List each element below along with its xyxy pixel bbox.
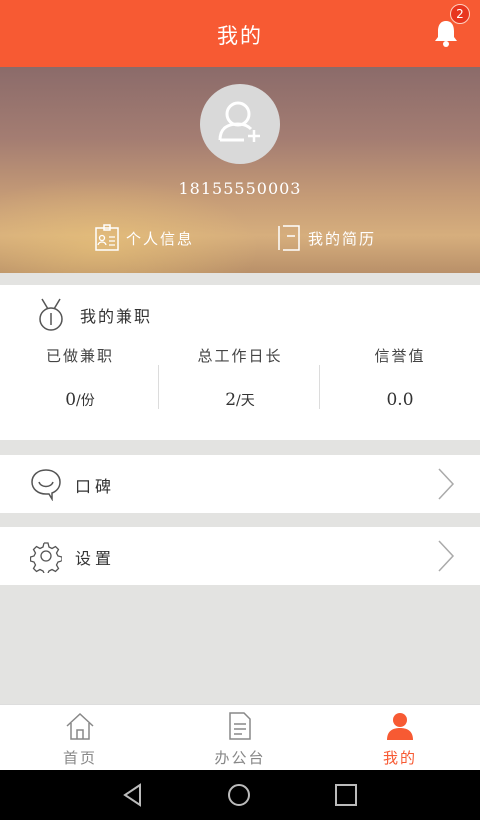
stat-value: 2 <box>225 390 237 410</box>
home-icon <box>66 712 94 740</box>
my-resume-label: 我的简历 <box>308 229 377 248</box>
stat-jobs-done: 已做兼职 0/份 <box>0 345 160 410</box>
my-jobs-title: 我的兼职 <box>80 307 153 326</box>
tab-mine[interactable]: 我的 <box>320 705 480 771</box>
stat-label: 总工作日长 <box>197 347 283 365</box>
settings-label: 设置 <box>75 549 116 568</box>
reputation-row[interactable]: 口碑 <box>0 455 480 513</box>
personal-info-label: 个人信息 <box>126 229 195 248</box>
add-user-icon <box>218 101 260 142</box>
my-jobs-section: 我的兼职 已做兼职 0/份 总工作日长 2/天 信誉值 0.0 <box>0 285 480 440</box>
document-icon <box>229 712 251 740</box>
stat-value: 0 <box>65 390 77 410</box>
user-icon <box>387 713 413 740</box>
gear-icon <box>30 542 62 573</box>
recent-apps-icon[interactable] <box>333 782 359 808</box>
tab-label: 首页 <box>62 749 97 767</box>
stat-unit: /份 <box>76 393 95 409</box>
page-title: 我的 <box>217 24 263 48</box>
avatar[interactable] <box>200 84 280 164</box>
bottom-tab-bar: 首页 办公台 我的 <box>0 704 480 770</box>
stat-total-work-days: 总工作日长 2/天 <box>160 345 320 410</box>
stat-unit: /天 <box>236 393 255 409</box>
id-card-icon <box>95 224 119 251</box>
home-button-icon[interactable] <box>226 782 252 808</box>
settings-row[interactable]: 设置 <box>0 527 480 585</box>
stat-label: 已做兼职 <box>45 347 114 365</box>
phone-number: 18155550003 <box>178 179 302 198</box>
personal-info-link[interactable]: 个人信息 <box>94 223 194 253</box>
my-jobs-header[interactable]: 我的兼职 <box>36 295 152 335</box>
my-resume-link[interactable]: 我的简历 <box>276 223 376 253</box>
stat-value: 0.0 <box>386 390 414 410</box>
profile-header: 18155550003 个人信息 我的简历 <box>0 67 480 273</box>
top-bar: 我的 2 <box>0 0 480 67</box>
stat-credit-score: 信誉值 0.0 <box>320 345 480 410</box>
system-nav-bar <box>0 770 480 820</box>
tab-home[interactable]: 首页 <box>0 705 160 771</box>
reputation-label: 口碑 <box>75 477 116 496</box>
stat-label: 信誉值 <box>374 347 426 365</box>
back-icon[interactable] <box>120 782 146 808</box>
notification-badge: 2 <box>450 4 470 24</box>
smile-chat-icon <box>31 469 61 501</box>
tab-workbench[interactable]: 办公台 <box>160 705 320 771</box>
divider <box>158 365 159 409</box>
medal-icon <box>39 298 63 331</box>
chevron-right-icon <box>438 540 455 572</box>
tab-label: 办公台 <box>214 749 266 767</box>
tab-label: 我的 <box>382 749 417 767</box>
resume-icon <box>278 225 300 251</box>
chevron-right-icon <box>438 468 455 500</box>
